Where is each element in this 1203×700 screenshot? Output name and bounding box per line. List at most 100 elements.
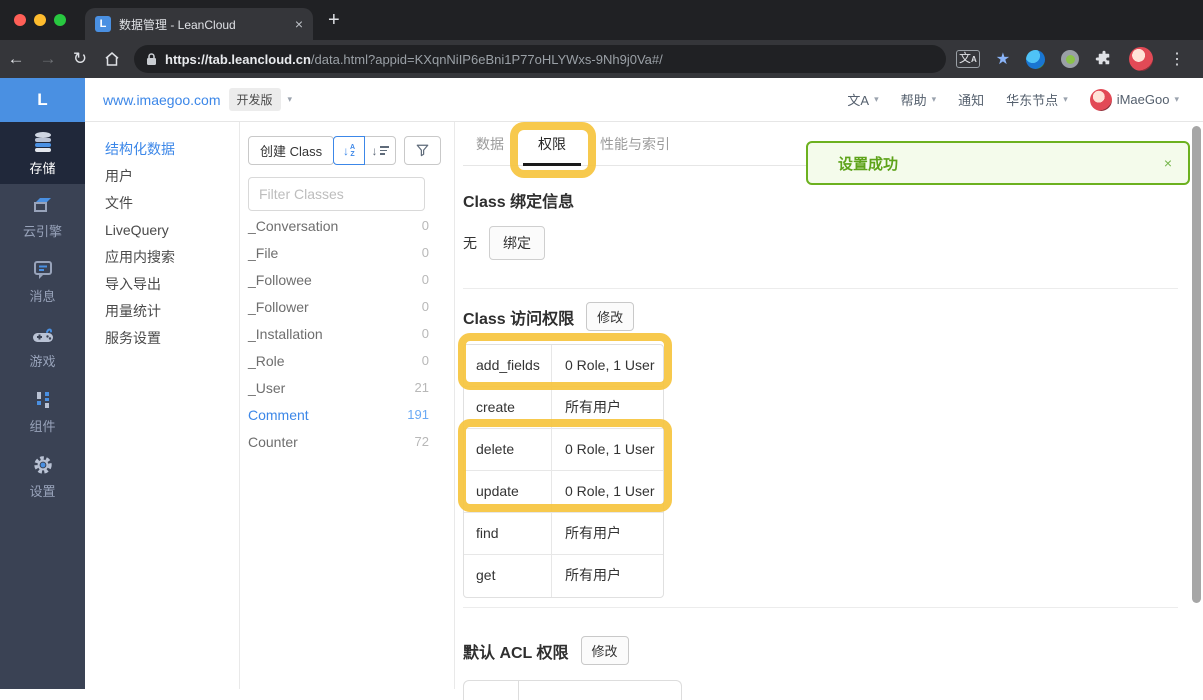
notifications-link[interactable]: 通知 (952, 90, 990, 109)
class-list-item[interactable]: _Follower 0 (240, 293, 454, 320)
class-list-item[interactable]: _Installation 0 (240, 320, 454, 347)
sidebar-item-label: 消息 (29, 289, 56, 304)
tab-close-icon[interactable]: × (295, 16, 303, 32)
acl-key: find (464, 513, 552, 554)
submenu-item-structured-data[interactable]: 结构化数据 (85, 136, 239, 163)
reload-icon[interactable]: ↻ (64, 49, 96, 69)
acl-section-title: Class 访问权限 修改 (463, 302, 635, 331)
class-count: 0 (421, 353, 429, 368)
class-list-item[interactable]: Counter 72 (240, 428, 454, 455)
class-list-item[interactable]: _User 21 (240, 374, 454, 401)
cloud-engine-icon (33, 198, 51, 212)
toast-close-icon[interactable]: × (1164, 155, 1172, 171)
edit-acl-button[interactable]: 修改 (586, 302, 635, 331)
class-count: 0 (421, 218, 429, 233)
traffic-close-button[interactable] (14, 14, 26, 26)
app-switch-caret-icon[interactable]: ▾ (288, 94, 293, 105)
class-count: 21 (414, 380, 429, 395)
default-acl-title-text: 默认 ACL 权限 (463, 644, 569, 662)
url-bar[interactable]: https://tab.leancloud.cn/data.html?appid… (134, 45, 946, 73)
filter-classes-input[interactable] (248, 177, 425, 211)
sort-alpha-button[interactable]: ↓ AZ (333, 136, 365, 165)
help-menu[interactable]: 帮助 ▾ (895, 90, 943, 109)
filter-button[interactable] (404, 136, 441, 165)
class-list-item[interactable]: _Conversation 0 (240, 212, 454, 239)
class-count: 0 (421, 299, 429, 314)
region-menu[interactable]: 华东节点 ▾ (1000, 90, 1074, 109)
sidebar-item-game[interactable]: 游戏 (0, 314, 85, 379)
browser-menu-icon[interactable]: ⋮ (1169, 49, 1185, 69)
gamepad-icon (32, 328, 53, 342)
browser-tab-strip: L 数据管理 - LeanCloud × + (0, 0, 1203, 40)
sidebar-item-components[interactable]: 组件 (0, 379, 85, 444)
class-panel: 创建 Class ↓ AZ ↓ _Conversation 0 _File 0 … (240, 122, 455, 689)
submenu-item-files[interactable]: 文件 (85, 190, 239, 217)
traffic-zoom-button[interactable] (54, 14, 66, 26)
lock-icon (146, 52, 157, 66)
class-list-item[interactable]: _Role 0 (240, 347, 454, 374)
class-name: _Installation (248, 325, 323, 342)
user-menu[interactable]: iMaeGoo ▾ (1084, 88, 1185, 111)
class-name: _Role (248, 352, 285, 369)
new-tab-button[interactable]: + (328, 8, 340, 32)
tab-data[interactable]: 数据 (476, 122, 504, 166)
components-icon (36, 392, 49, 408)
url-host: https://tab.leancloud.cn (165, 51, 311, 67)
extension-globe-icon[interactable] (1026, 49, 1046, 69)
chevron-down-icon: ▾ (874, 94, 879, 104)
class-list-item[interactable]: _Followee 0 (240, 266, 454, 293)
bookmark-star-icon[interactable]: ★ (996, 49, 1010, 69)
sort-count-button[interactable]: ↓ (364, 136, 396, 165)
sidebar-item-engine[interactable]: 云引擎 (0, 184, 85, 249)
leancloud-logo[interactable]: L (0, 77, 85, 122)
submenu-item-livequery[interactable]: LiveQuery (85, 217, 239, 244)
submenu-item-service-settings[interactable]: 服务设置 (85, 325, 239, 352)
forward-icon[interactable]: → (32, 49, 64, 69)
home-icon[interactable] (96, 50, 128, 68)
success-toast: 设置成功 × (806, 141, 1190, 185)
submenu-item-usage-stats[interactable]: 用量统计 (85, 298, 239, 325)
browser-profile-avatar[interactable] (1129, 47, 1154, 71)
class-list-item[interactable]: _File 0 (240, 239, 454, 266)
create-class-button[interactable]: 创建 Class (248, 136, 335, 165)
table-row: find 所有用户 (464, 513, 663, 555)
tab-performance-index[interactable]: 性能与索引 (600, 122, 670, 166)
sidebar-item-label: 云引擎 (22, 224, 62, 239)
username-label: iMaeGoo (1116, 92, 1170, 107)
class-name: Comment (248, 406, 309, 423)
extension-circle-icon[interactable] (1061, 50, 1080, 68)
bind-button[interactable]: 绑定 (489, 226, 545, 260)
browser-tab[interactable]: L 数据管理 - LeanCloud × (85, 8, 313, 40)
language-menu[interactable]: 文A ▾ (841, 90, 884, 109)
tab-permissions[interactable]: 权限 (523, 122, 581, 166)
extensions-puzzle-icon[interactable] (1095, 50, 1113, 68)
chevron-down-icon: ▾ (1174, 94, 1179, 104)
section-divider (463, 288, 1178, 289)
back-icon[interactable]: ← (0, 49, 32, 69)
tab-title: 数据管理 - LeanCloud (119, 17, 236, 32)
sidebar-item-settings[interactable]: 设置 (0, 444, 85, 509)
page-scrollbar[interactable] (1192, 126, 1201, 603)
class-count: 0 (421, 272, 429, 287)
translate-icon[interactable]: 文A (956, 50, 980, 68)
class-name: _Followee (248, 271, 312, 288)
submenu-item-in-app-search[interactable]: 应用内搜索 (85, 244, 239, 271)
section-divider (463, 607, 1178, 608)
tab-favicon: L (95, 16, 111, 32)
edit-default-acl-button[interactable]: 修改 (580, 636, 629, 665)
class-list-item-selected[interactable]: Comment 191 (240, 401, 454, 428)
sidebar-item-storage[interactable]: 存储 (0, 122, 85, 184)
sidebar-item-messaging[interactable]: 消息 (0, 249, 85, 314)
binding-section-title: Class 绑定信息 (463, 194, 575, 211)
sidebar-item-label: 组件 (29, 419, 56, 434)
class-count: 191 (407, 407, 429, 422)
app-domain-link[interactable]: www.imaegoo.com (103, 92, 221, 108)
acl-key: create (464, 387, 552, 428)
default-acl-table-partial (463, 680, 682, 700)
submenu-item-users[interactable]: 用户 (85, 163, 239, 190)
region-label: 华东节点 (1006, 93, 1059, 108)
submenu-item-import-export[interactable]: 导入导出 (85, 271, 239, 298)
notifications-label: 通知 (958, 93, 985, 108)
acl-value: 所有用户 (565, 399, 621, 415)
traffic-minimize-button[interactable] (34, 14, 46, 26)
